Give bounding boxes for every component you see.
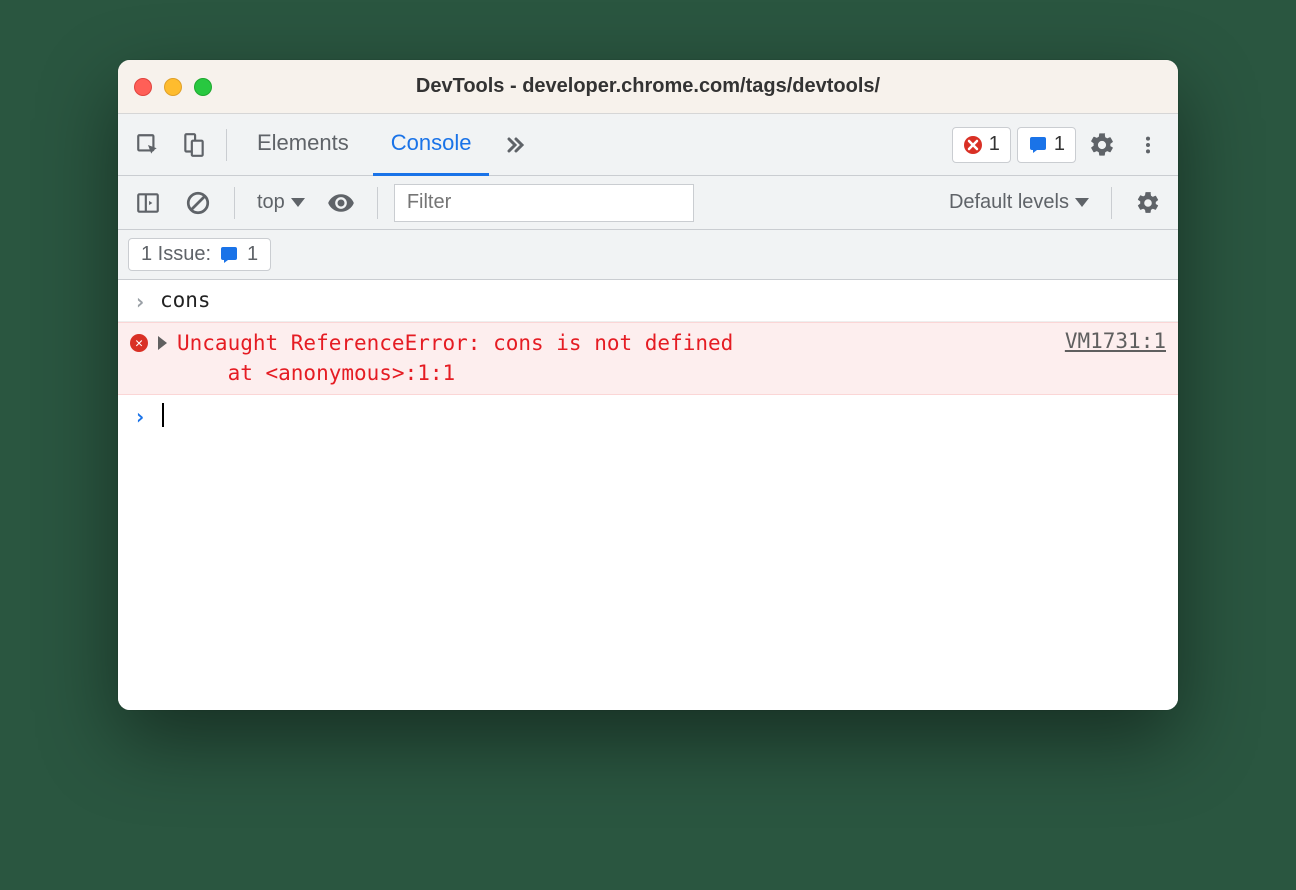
log-levels-selector[interactable]: Default levels — [943, 191, 1095, 214]
error-count-value: 1 — [989, 133, 1000, 156]
issues-count-button[interactable]: 1 — [1017, 127, 1076, 163]
traffic-lights — [134, 78, 212, 96]
expand-triangle-icon[interactable] — [158, 336, 167, 350]
execution-context-selector[interactable]: top — [251, 191, 311, 214]
tab-console[interactable]: Console — [373, 114, 490, 176]
execution-context-label: top — [257, 191, 285, 214]
filter-input[interactable] — [394, 184, 694, 222]
text-caret — [162, 403, 164, 427]
tab-elements[interactable]: Elements — [239, 114, 367, 176]
toolbar-divider — [1111, 187, 1112, 219]
show-console-sidebar-icon[interactable] — [128, 183, 168, 223]
toolbar-divider — [234, 187, 235, 219]
settings-icon[interactable] — [1082, 125, 1122, 165]
console-settings-icon[interactable] — [1128, 183, 1168, 223]
chevron-right-icon: › — [134, 405, 147, 429]
toolbar-divider — [377, 187, 378, 219]
issues-pill-label: 1 Issue: — [141, 243, 211, 266]
window-title: DevTools - developer.chrome.com/tags/dev… — [118, 75, 1178, 98]
console-prompt-input[interactable] — [160, 401, 1166, 430]
console-prompt[interactable]: › — [118, 395, 1178, 436]
issues-count-value: 1 — [1054, 133, 1065, 156]
console-error-row[interactable]: ✕ Uncaught ReferenceError: cons is not d… — [118, 322, 1178, 395]
console-filter-toolbar: top Default levels — [118, 176, 1178, 230]
maximize-window-button[interactable] — [194, 78, 212, 96]
error-source-link[interactable]: VM1731:1 — [1065, 329, 1166, 353]
close-window-button[interactable] — [134, 78, 152, 96]
error-icon: ✕ — [130, 334, 148, 352]
chevron-down-icon — [291, 198, 305, 207]
issues-pill[interactable]: 1 Issue: 1 — [128, 238, 271, 271]
kebab-menu-icon[interactable] — [1128, 125, 1168, 165]
minimize-window-button[interactable] — [164, 78, 182, 96]
console-input-echo[interactable]: › cons — [118, 280, 1178, 322]
chevron-right-icon: › — [134, 290, 147, 314]
devtools-window: DevTools - developer.chrome.com/tags/dev… — [118, 60, 1178, 710]
inspect-element-icon[interactable] — [128, 125, 168, 165]
live-expression-icon[interactable] — [321, 183, 361, 223]
device-toolbar-icon[interactable] — [174, 125, 214, 165]
more-tabs-icon[interactable] — [495, 125, 535, 165]
main-toolbar: Elements Console 1 1 — [118, 114, 1178, 176]
console-input-text: cons — [160, 286, 1166, 315]
issues-pill-count: 1 — [247, 243, 258, 266]
log-levels-label: Default levels — [949, 191, 1069, 214]
issues-bar: 1 Issue: 1 — [118, 230, 1178, 280]
chevron-down-icon — [1075, 198, 1089, 207]
console-error-message: Uncaught ReferenceError: cons is not def… — [177, 329, 1035, 388]
titlebar: DevTools - developer.chrome.com/tags/dev… — [118, 60, 1178, 114]
clear-console-icon[interactable] — [178, 183, 218, 223]
error-count-button[interactable]: 1 — [952, 127, 1011, 163]
toolbar-divider — [226, 129, 227, 161]
issue-icon — [219, 245, 239, 265]
console-body: › cons ✕ Uncaught ReferenceError: cons i… — [118, 280, 1178, 710]
